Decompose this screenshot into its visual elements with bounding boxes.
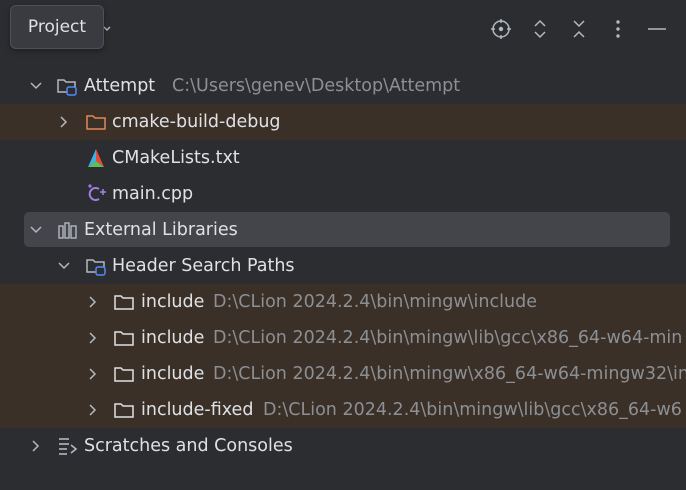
tree-item-label: include — [141, 364, 205, 384]
folder-icon — [114, 331, 134, 346]
chevron-down-icon[interactable] — [29, 223, 43, 237]
locate-icon[interactable] — [489, 17, 513, 41]
folder-search-icon — [86, 259, 106, 276]
tree-item-path: D:\CLion 2024.2.4\bin\mingw\lib\gcc\x86_… — [263, 400, 682, 420]
tree-item-label: include — [141, 292, 205, 312]
chevron-right-icon[interactable] — [57, 115, 71, 129]
tree-item-path: D:\CLion 2024.2.4\bin\mingw\x86_64-w64-m… — [213, 364, 686, 384]
cmake-file-icon — [88, 149, 104, 167]
project-folder-icon — [57, 79, 77, 96]
tree-item-label: include-fixed — [141, 400, 254, 420]
tree-item-label: main.cpp — [112, 184, 194, 204]
chevron-down-icon[interactable] — [29, 79, 43, 93]
tree-item-main-cpp[interactable]: main.cpp — [0, 176, 686, 212]
tree-item-label: Attempt — [84, 76, 156, 96]
collapse-all-icon[interactable] — [567, 17, 591, 41]
cpp-file-icon — [88, 184, 106, 201]
library-icon — [58, 222, 77, 239]
tree-item-label: Scratches and Consoles — [84, 436, 293, 456]
chevron-right-icon[interactable] — [29, 439, 43, 453]
tool-window-header: Project — [0, 0, 686, 60]
tree-item-label: Header Search Paths — [112, 256, 295, 276]
tree-item-external-libraries[interactable]: External Libraries — [0, 212, 686, 248]
folder-icon — [114, 295, 134, 310]
tree-item-path: C:\Users\genev\Desktop\Attempt — [172, 76, 461, 96]
tree-item-path: D:\CLion 2024.2.4\bin\mingw\include — [213, 292, 537, 312]
more-options-icon[interactable] — [606, 17, 630, 41]
expand-all-icon[interactable] — [528, 17, 552, 41]
chevron-right-icon[interactable] — [86, 331, 100, 345]
tree-item-include[interactable]: include D:\CLion 2024.2.4\bin\mingw\lib\… — [0, 320, 686, 356]
chevron-right-icon[interactable] — [86, 367, 100, 381]
tree-item-label: include — [141, 328, 205, 348]
tree-item-path: D:\CLion 2024.2.4\bin\mingw\lib\gcc\x86_… — [213, 328, 683, 348]
tree-item-scratches-and-consoles[interactable]: Scratches and Consoles — [0, 428, 686, 464]
tree-item-label: cmake-build-debug — [112, 112, 281, 132]
chevron-down-icon[interactable] — [103, 22, 111, 34]
chevron-right-icon[interactable] — [86, 295, 100, 309]
folder-icon — [114, 367, 134, 382]
scratches-icon — [59, 438, 78, 455]
chevron-right-icon[interactable] — [86, 403, 100, 417]
tree-item-cmakelists[interactable]: CMakeLists.txt — [0, 140, 686, 176]
tree-item-include-fixed[interactable]: include-fixed D:\CLion 2024.2.4\bin\ming… — [0, 392, 686, 428]
tree-item-label: CMakeLists.txt — [112, 148, 240, 168]
hide-icon[interactable] — [645, 17, 669, 41]
tree-item-include[interactable]: include D:\CLion 2024.2.4\bin\mingw\incl… — [0, 284, 686, 320]
tree-item-include[interactable]: include D:\CLion 2024.2.4\bin\mingw\x86_… — [0, 356, 686, 392]
excluded-folder-icon — [86, 115, 106, 130]
project-tool-window: Project Attempt C:\Users\genev\Desktop\A… — [0, 0, 686, 490]
tree-item-label: External Libraries — [84, 220, 238, 240]
tree-item-header-search-paths[interactable]: Header Search Paths — [0, 248, 686, 284]
chevron-down-icon[interactable] — [57, 259, 71, 273]
project-title-tooltip: Project — [10, 5, 104, 49]
tree-item-attempt[interactable]: Attempt C:\Users\genev\Desktop\Attempt — [0, 68, 686, 104]
tree-item-cmake-build-debug[interactable]: cmake-build-debug — [0, 104, 686, 140]
project-tree: Attempt C:\Users\genev\Desktop\Attempt c… — [0, 68, 686, 464]
folder-icon — [114, 403, 134, 418]
